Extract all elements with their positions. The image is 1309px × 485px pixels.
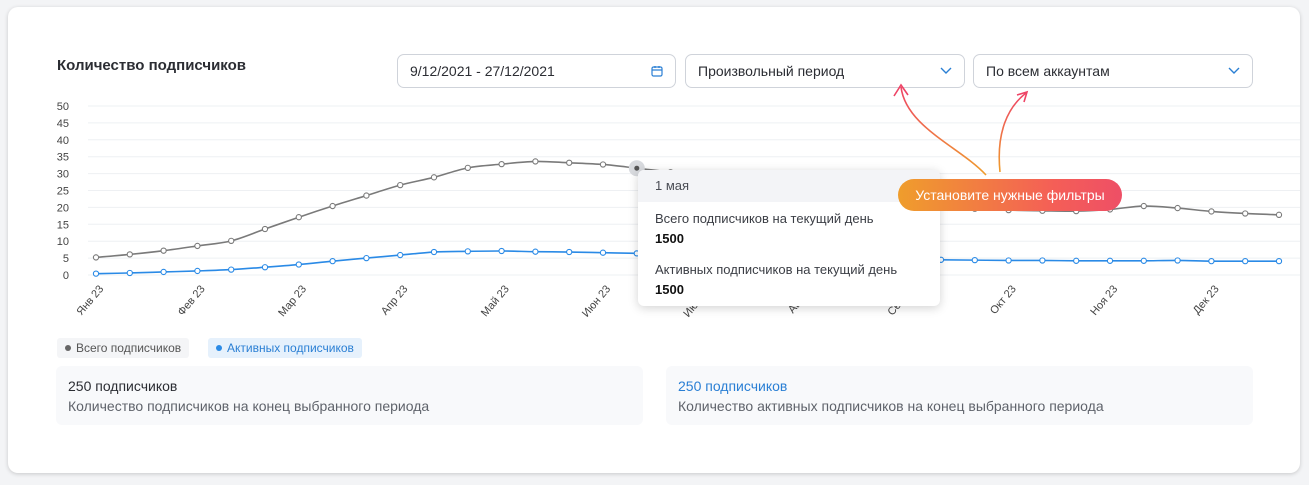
data-point-active (126, 269, 133, 277)
data-point-active (1140, 257, 1147, 264)
data-point-active (329, 257, 336, 265)
data-point-total (92, 254, 100, 261)
data-point-total (1208, 208, 1215, 215)
data-point-active (261, 264, 269, 271)
x-tick-label: Окт 23 (988, 283, 1019, 317)
data-point-total (160, 247, 167, 254)
data-point-total (464, 164, 471, 172)
x-tick-label: Май 23 (479, 283, 512, 319)
x-tick-label: Ноя 23 (1088, 283, 1120, 318)
data-point-active (397, 251, 404, 259)
tooltip-date: 1 мая (638, 170, 940, 202)
data-point-active (464, 248, 471, 255)
data-point-active (532, 248, 539, 255)
x-tick-label: Фев 23 (176, 283, 208, 318)
y-tick-label: 15 (57, 219, 69, 231)
y-tick-label: 40 (57, 135, 69, 147)
data-point-active (363, 254, 370, 262)
data-point-total (599, 161, 607, 168)
y-tick-label: 25 (57, 186, 69, 198)
data-point-total (430, 174, 438, 181)
data-point-active (1242, 257, 1249, 265)
y-tick-label: 20 (57, 202, 69, 214)
stat-card-total: 250 подписчиков Количество подписчиков н… (56, 366, 643, 425)
tooltip-active-label: Активных подписчиков на текущий день (655, 262, 898, 277)
data-point-total (363, 192, 370, 199)
data-point-active (566, 248, 573, 256)
data-point-total (498, 160, 505, 168)
legend-item-active[interactable]: Активных подписчиков (208, 338, 362, 358)
x-tick-label: Мар 23 (276, 283, 309, 319)
legend-dot-active (216, 345, 222, 351)
data-point-active (1208, 257, 1215, 265)
legend-label-active: Активных подписчиков (227, 341, 354, 355)
data-point-total (397, 181, 404, 189)
filter-hint-badge: Установите нужные фильтры (898, 179, 1122, 211)
data-point-active (1073, 257, 1080, 264)
data-point-active (1039, 257, 1046, 264)
stat-total-value: 250 подписчиков (68, 378, 178, 394)
x-tick-label: Июн 23 (580, 283, 613, 319)
data-point-active (599, 249, 607, 256)
x-tick-label: Янв 23 (75, 283, 107, 318)
data-point-total (194, 242, 201, 250)
tooltip-total-value: 1500 (655, 231, 684, 246)
chart-tooltip: 1 мая Всего подписчиков на текущий день … (638, 170, 940, 306)
data-point-active (295, 261, 302, 268)
data-point-active (498, 247, 505, 255)
data-point-total (261, 225, 269, 233)
y-tick-label: 30 (57, 169, 69, 181)
x-tick-label: Дек 23 (1191, 283, 1222, 317)
y-tick-label: 45 (57, 118, 69, 130)
data-point-active (160, 268, 167, 276)
y-tick-label: 5 (63, 253, 69, 265)
data-point-total (329, 202, 336, 210)
data-point-total (1174, 204, 1181, 212)
data-point-total (566, 159, 573, 166)
tooltip-active-value: 1500 (655, 282, 684, 297)
legend-label-total: Всего подписчиков (76, 341, 182, 355)
data-point-active (430, 248, 438, 256)
data-point-total (1140, 202, 1147, 210)
hover-point (634, 165, 640, 171)
subscribers-widget: Количество подписчиков 9/12/2021 - 27/12… (8, 7, 1300, 473)
x-tick-label: Апр 23 (379, 283, 410, 317)
tooltip-total-label: Всего подписчиков на текущий день (655, 211, 874, 226)
data-point-active (1174, 257, 1181, 264)
y-tick-label: 0 (63, 270, 69, 282)
legend-dot-total (65, 345, 71, 351)
data-point-active (1106, 257, 1114, 264)
data-point-active (228, 266, 235, 273)
data-point-total (228, 237, 235, 245)
data-point-active (971, 256, 978, 264)
y-tick-label: 50 (57, 101, 69, 113)
data-point-active (1275, 257, 1283, 265)
data-point-total (1275, 211, 1283, 218)
data-point-active (92, 270, 100, 277)
stat-active-label: Количество активных подписчиков на конец… (678, 398, 1104, 414)
data-point-total (295, 214, 302, 221)
data-point-active (194, 267, 201, 275)
stat-active-value: 250 подписчиков (678, 378, 788, 394)
data-point-active (1005, 257, 1012, 264)
data-point-total (126, 251, 133, 258)
y-tick-label: 10 (57, 236, 69, 248)
y-tick-label: 35 (57, 152, 69, 164)
data-point-total (1242, 210, 1249, 217)
data-point-total (532, 158, 539, 165)
stat-card-active: 250 подписчиков Количество активных подп… (666, 366, 1253, 425)
stat-total-label: Количество подписчиков на конец выбранно… (68, 398, 430, 414)
legend-item-total[interactable]: Всего подписчиков (57, 338, 190, 358)
